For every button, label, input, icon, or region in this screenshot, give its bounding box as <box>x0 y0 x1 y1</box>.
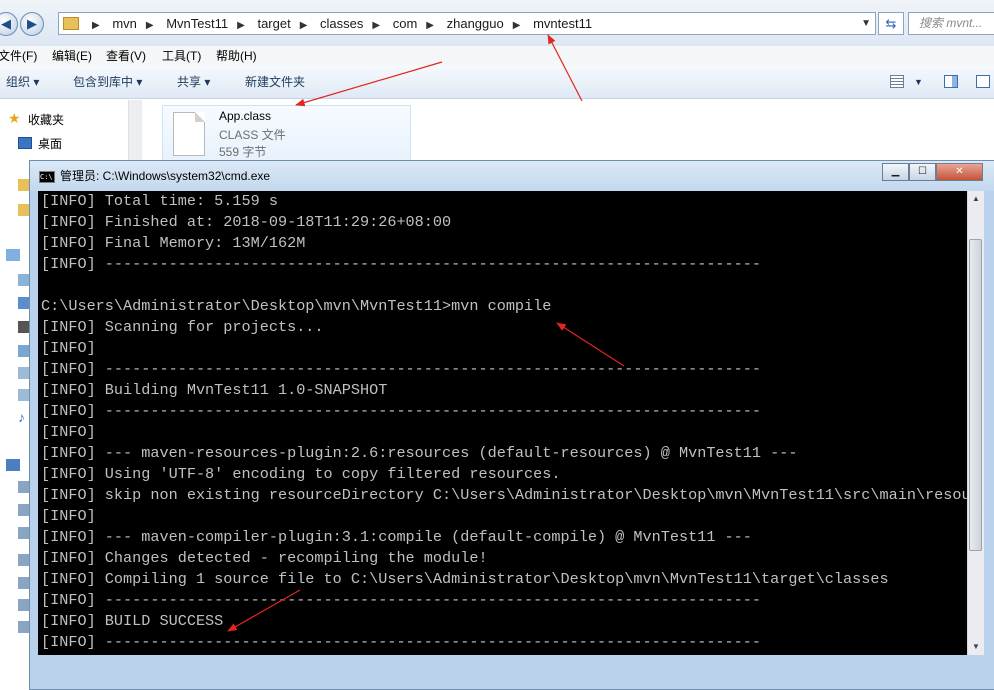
annotation-arrow <box>556 322 625 367</box>
annotation-arrow <box>547 34 583 102</box>
annotation-overlay <box>227 34 625 632</box>
annotation-arrow <box>295 61 443 107</box>
annotation-arrow <box>227 589 301 632</box>
